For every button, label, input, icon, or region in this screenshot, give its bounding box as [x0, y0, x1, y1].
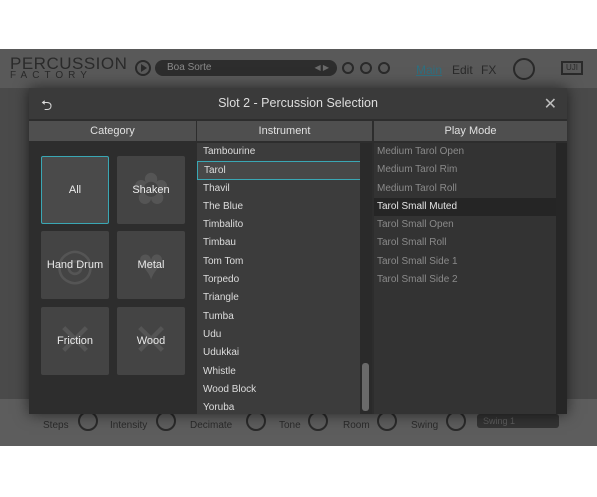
steps-knob[interactable]: [78, 411, 98, 431]
instrument-item[interactable]: Udukkai: [197, 344, 372, 362]
settings-icon[interactable]: [378, 62, 390, 74]
category-label: Friction: [56, 335, 94, 347]
instrument-item[interactable]: Tambourine: [197, 143, 372, 161]
tone-label: Tone: [279, 420, 301, 431]
instrument-item[interactable]: Tumba: [197, 308, 372, 326]
category-label: Shaken: [132, 184, 170, 196]
play-mode-header: Play Mode: [374, 121, 567, 141]
swing-select[interactable]: Swing 1: [477, 414, 559, 428]
category-all-button[interactable]: All: [41, 156, 109, 224]
play-mode-item[interactable]: Medium Tarol Open: [374, 143, 556, 161]
play-mode-list: Medium Tarol Open Medium Tarol Rim Mediu…: [374, 143, 556, 414]
close-icon[interactable]: ✕: [544, 94, 557, 114]
category-wood-button[interactable]: ✕ Wood: [117, 307, 185, 375]
top-bar: PERCUSSION FACTORY Boa Sorte ◀ ▶ Main Ed…: [0, 49, 597, 88]
play-mode-item[interactable]: Tarol Small Roll: [374, 234, 556, 252]
intensity-label: Intensity: [110, 420, 148, 431]
tab-main[interactable]: Main: [416, 63, 442, 77]
record-icon[interactable]: [360, 62, 372, 74]
tab-fx[interactable]: FX: [481, 63, 496, 77]
play-mode-item[interactable]: Tarol Small Side 2: [374, 271, 556, 289]
category-header: Category: [29, 121, 196, 141]
play-mode-item[interactable]: Medium Tarol Roll: [374, 180, 556, 198]
play-mode-item[interactable]: Tarol Small Side 1: [374, 253, 556, 271]
instrument-item-selected[interactable]: Tarol: [197, 161, 372, 180]
master-volume-knob[interactable]: [513, 58, 535, 80]
category-hand-drum-button[interactable]: ◎ Hand Drum: [41, 231, 109, 299]
instrument-item[interactable]: Wood Block: [197, 381, 372, 399]
room-label: Room: [343, 420, 370, 431]
steps-label: Steps: [43, 420, 69, 431]
instrument-header: Instrument: [197, 121, 372, 141]
swing-label: Swing: [411, 420, 439, 431]
play-mode-scrollbar[interactable]: [556, 143, 567, 414]
instrument-item[interactable]: Thavil: [197, 180, 372, 198]
instrument-scrollbar-thumb[interactable]: [362, 363, 369, 411]
category-label: Hand Drum: [46, 259, 104, 271]
category-metal-button[interactable]: ♥ Metal: [117, 231, 185, 299]
instrument-list: Tambourine Tarol Thavil The Blue Timbali…: [197, 143, 372, 414]
category-friction-button[interactable]: ✕ Friction: [41, 307, 109, 375]
tone-knob[interactable]: [308, 411, 328, 431]
preset-arrows-icon[interactable]: ◀ ▶: [314, 60, 329, 76]
swing-knob[interactable]: [446, 411, 466, 431]
modal-title: Slot 2 - Percussion Selection: [218, 96, 378, 110]
instrument-item[interactable]: Udu: [197, 326, 372, 344]
play-mode-item[interactable]: Medium Tarol Rim: [374, 161, 556, 179]
play-icon[interactable]: [135, 60, 151, 76]
instrument-item[interactable]: Yoruba: [197, 399, 372, 414]
play-mode-item-selected[interactable]: Tarol Small Muted: [374, 197, 556, 217]
tab-edit[interactable]: Edit: [452, 63, 473, 77]
instrument-item[interactable]: Triangle: [197, 289, 372, 307]
brand-logo: UJI: [561, 61, 583, 75]
percussion-selection-modal: ⮌ Slot 2 - Percussion Selection ✕ Catego…: [29, 88, 567, 414]
preset-selector[interactable]: Boa Sorte ◀ ▶: [155, 60, 337, 76]
modal-header: ⮌ Slot 2 - Percussion Selection ✕: [29, 88, 567, 119]
category-label: Wood: [136, 335, 166, 347]
instrument-item[interactable]: Torpedo: [197, 271, 372, 289]
decimate-label: Decimate: [190, 420, 233, 431]
instrument-item[interactable]: Timbau: [197, 234, 372, 252]
randomize-icon[interactable]: [342, 62, 354, 74]
room-knob[interactable]: [377, 411, 397, 431]
category-label: Metal: [137, 259, 165, 271]
instrument-item[interactable]: Whistle: [197, 363, 372, 381]
category-shaken-button[interactable]: ✿ Shaken: [117, 156, 185, 224]
category-label: All: [68, 184, 82, 196]
preset-name: Boa Sorte: [167, 62, 212, 73]
category-panel: All ✿ Shaken ◎ Hand Drum ♥ Metal ✕ Frict…: [29, 143, 196, 414]
intensity-knob[interactable]: [156, 411, 176, 431]
app-logo: PERCUSSION FACTORY: [10, 54, 128, 81]
play-mode-item[interactable]: Tarol Small Open: [374, 216, 556, 234]
decimate-knob[interactable]: [246, 411, 266, 431]
instrument-item[interactable]: The Blue: [197, 198, 372, 216]
instrument-item[interactable]: Timbalito: [197, 216, 372, 234]
instrument-item[interactable]: Tom Tom: [197, 253, 372, 271]
